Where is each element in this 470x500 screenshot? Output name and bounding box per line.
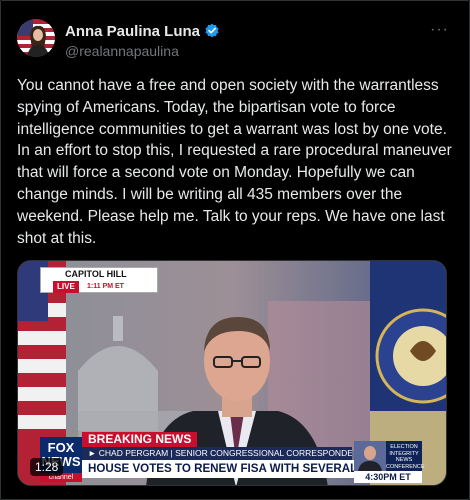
upcoming-label: ELECTION INTEGRITY NEWS CONFERENCE bbox=[386, 444, 425, 470]
location-label: CAPITOL HILL bbox=[65, 269, 127, 279]
tweet-text: You cannot have a free and open society … bbox=[17, 77, 452, 247]
author-handle[interactable]: @realannapaulina bbox=[65, 43, 220, 59]
author-names: Anna Paulina Luna @realannapaulina bbox=[65, 21, 220, 59]
video-duration: 1:28 bbox=[30, 458, 64, 476]
tweet-card: Anna Paulina Luna @realannapaulina ··· Y… bbox=[0, 0, 470, 500]
display-name[interactable]: Anna Paulina Luna bbox=[65, 23, 200, 40]
speaker-thumbnail-icon bbox=[354, 441, 386, 471]
lower-third-name: ► CHAD PERGRAM | SENIOR CONGRESSIONAL CO… bbox=[82, 447, 352, 460]
chyron-headline: HOUSE VOTES TO RENEW FISA WITH SEVERAL A… bbox=[82, 460, 354, 478]
live-time: 1:11 PM ET bbox=[87, 283, 124, 290]
live-indicator: LIVE bbox=[53, 281, 79, 293]
breaking-news-banner: BREAKING NEWS bbox=[82, 432, 198, 447]
video-player[interactable]: CAPITOL HILL LIVE 1:11 PM ET FOX NEWS ch… bbox=[17, 260, 447, 486]
verified-badge-icon bbox=[204, 23, 220, 39]
location-badge: CAPITOL HILL LIVE 1:11 PM ET bbox=[40, 267, 158, 293]
tweet-header: Anna Paulina Luna @realannapaulina ··· bbox=[17, 19, 453, 63]
avatar[interactable] bbox=[17, 19, 55, 57]
more-options-icon[interactable]: ··· bbox=[430, 21, 449, 39]
upcoming-time: 4:30PM ET bbox=[354, 471, 422, 483]
